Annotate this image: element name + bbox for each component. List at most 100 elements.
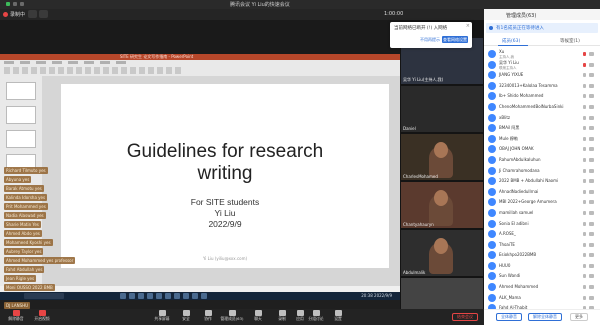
microphone-icon[interactable] — [583, 126, 586, 131]
participant-row[interactable]: xBlitz — [484, 113, 600, 124]
participant-row[interactable]: mamillah samuel — [484, 208, 600, 219]
info-icon[interactable] — [13, 2, 17, 6]
camera-icon[interactable] — [589, 210, 594, 215]
participant-row[interactable]: Ib+ Shido Mohammed — [484, 91, 600, 102]
video-tile[interactable]: Chantyahauryn — [401, 182, 483, 228]
camera-icon[interactable] — [589, 263, 594, 268]
camera-icon[interactable] — [589, 189, 594, 194]
camera-icon[interactable] — [589, 126, 594, 131]
camera-icon[interactable] — [589, 285, 594, 290]
camera-icon[interactable] — [589, 232, 594, 237]
microphone-icon[interactable] — [583, 210, 586, 215]
taskbar-search[interactable] — [24, 293, 64, 299]
camera-icon[interactable] — [589, 200, 594, 205]
video-tile[interactable]: CharlesMohamed — [401, 134, 483, 180]
camera-icon[interactable] — [589, 295, 594, 300]
microphone-icon[interactable] — [583, 285, 586, 290]
camera-icon[interactable] — [589, 62, 594, 67]
participant-row[interactable]: Mule 穆勒 — [484, 134, 600, 145]
camera-icon[interactable] — [589, 221, 594, 226]
participant-row[interactable]: ALK_Mama — [484, 293, 600, 304]
more-button[interactable]: 更多 — [570, 313, 588, 321]
camera-icon[interactable] — [589, 52, 594, 56]
microphone-icon[interactable] — [583, 115, 586, 120]
microphone-icon[interactable] — [583, 263, 586, 268]
slide-thumbnail[interactable] — [6, 82, 36, 100]
camera-icon[interactable] — [589, 168, 594, 173]
toolbar-button[interactable]: 管理成员(63) — [220, 310, 244, 324]
microphone-icon[interactable] — [583, 221, 586, 226]
camera-icon[interactable] — [589, 83, 594, 88]
camera-icon[interactable] — [589, 104, 594, 109]
microphone-icon[interactable] — [583, 136, 586, 141]
camera-icon[interactable] — [589, 274, 594, 279]
stop-button[interactable] — [39, 10, 48, 18]
toolbar-button[interactable]: 共享屏幕 — [150, 310, 174, 324]
participant-row[interactable]: Ji Chamrahomodana — [484, 166, 600, 177]
microphone-icon[interactable] — [583, 242, 586, 247]
camera-icon[interactable] — [589, 253, 594, 258]
participant-row[interactable]: Sun Wandi — [484, 271, 600, 282]
toolbar-button[interactable]: 安全 — [174, 310, 198, 324]
recording-indicator[interactable]: 录制中 — [3, 10, 25, 18]
unmute-all-button[interactable]: 解除全体静音 — [528, 313, 562, 321]
camera-icon[interactable] — [589, 147, 594, 152]
participant-row[interactable]: OBAJ JOHN OMAK — [484, 144, 600, 155]
participant-row[interactable]: 2022 BMB + Abdullahi Naomi — [484, 176, 600, 187]
participant-row[interactable]: RahumAbdulkaIuhun — [484, 155, 600, 166]
microphone-icon[interactable] — [583, 73, 586, 78]
participant-row[interactable]: ChenoMohammedBolNurbaSinki — [484, 102, 600, 113]
microphone-icon[interactable] — [583, 274, 586, 279]
participant-row[interactable]: HUU0 — [484, 261, 600, 272]
dismiss-button[interactable]: 不用再提示 — [420, 36, 440, 43]
participant-row[interactable]: Xu 主持人,我 — [484, 49, 600, 60]
camera-icon[interactable] — [589, 94, 594, 99]
microphone-icon[interactable] — [583, 168, 586, 173]
microphone-icon[interactable] — [583, 52, 586, 56]
tab-members[interactable]: 成员(63) — [502, 38, 520, 44]
camera-icon[interactable] — [589, 242, 594, 247]
participant-row[interactable]: BMAil 阿黑 — [484, 123, 600, 134]
microphone-icon[interactable] — [583, 253, 586, 258]
toolbar-button[interactable]: 设置 — [326, 310, 350, 324]
participant-row[interactable]: ThoaiTE — [484, 240, 600, 251]
video-tile[interactable]: Daniel — [401, 86, 483, 132]
toolbar-button[interactable]: 聊天 — [246, 310, 270, 324]
toolbar-button[interactable]: 分组讨论 — [304, 310, 328, 324]
microphone-icon[interactable] — [583, 147, 586, 152]
video-tile[interactable]: Abdulmalik — [401, 230, 483, 276]
microphone-icon[interactable] — [583, 200, 586, 205]
slide-thumbnail[interactable] — [6, 130, 36, 148]
toolbar-button[interactable]: 解除静音 — [4, 310, 28, 324]
microphone-icon[interactable] — [583, 295, 586, 300]
toolbar-button[interactable]: 开启视频 — [30, 310, 54, 324]
mute-all-button[interactable]: 全体静音 — [496, 313, 522, 321]
participant-row[interactable]: MBI 2022+George Amumera — [484, 197, 600, 208]
microphone-icon[interactable] — [583, 83, 586, 88]
microphone-icon[interactable] — [583, 179, 586, 184]
pause-button[interactable] — [28, 10, 37, 18]
close-icon[interactable]: × — [466, 23, 470, 29]
microphone-icon[interactable] — [583, 189, 586, 194]
participant-row[interactable]: 32340013+Kalolaa Tesamma — [484, 81, 600, 92]
camera-icon[interactable] — [589, 157, 594, 162]
waiting-banner[interactable]: 有1名成员正在等待进入 — [486, 23, 598, 33]
participant-row[interactable]: Sonia El adibni — [484, 219, 600, 230]
participant-row[interactable]: AhnadNadiedulIrnai — [484, 187, 600, 198]
end-meeting-button[interactable]: 结束会议 — [452, 313, 478, 321]
participant-row[interactable]: Ahmed Mohammed — [484, 282, 600, 293]
microphone-icon[interactable] — [583, 104, 586, 109]
participant-row[interactable]: A.ROSE_ — [484, 229, 600, 240]
camera-icon[interactable] — [589, 179, 594, 184]
network-settings-button[interactable]: 查看网络设置 — [442, 36, 468, 43]
participant-row[interactable]: 吴华 Yi Liu 联席主持人 — [484, 60, 600, 71]
microphone-icon[interactable] — [583, 232, 586, 237]
microphone-icon[interactable] — [583, 157, 586, 162]
participant-row[interactable]: JIANG YIXUE — [484, 70, 600, 81]
slide-thumbnail[interactable] — [6, 106, 36, 124]
network-icon[interactable] — [20, 2, 24, 6]
participant-row[interactable]: Esiokhpo2022BMB — [484, 250, 600, 261]
camera-icon[interactable] — [589, 73, 594, 78]
tab-waiting-room[interactable]: 等候室(1) — [560, 38, 580, 44]
microphone-icon[interactable] — [583, 94, 586, 99]
